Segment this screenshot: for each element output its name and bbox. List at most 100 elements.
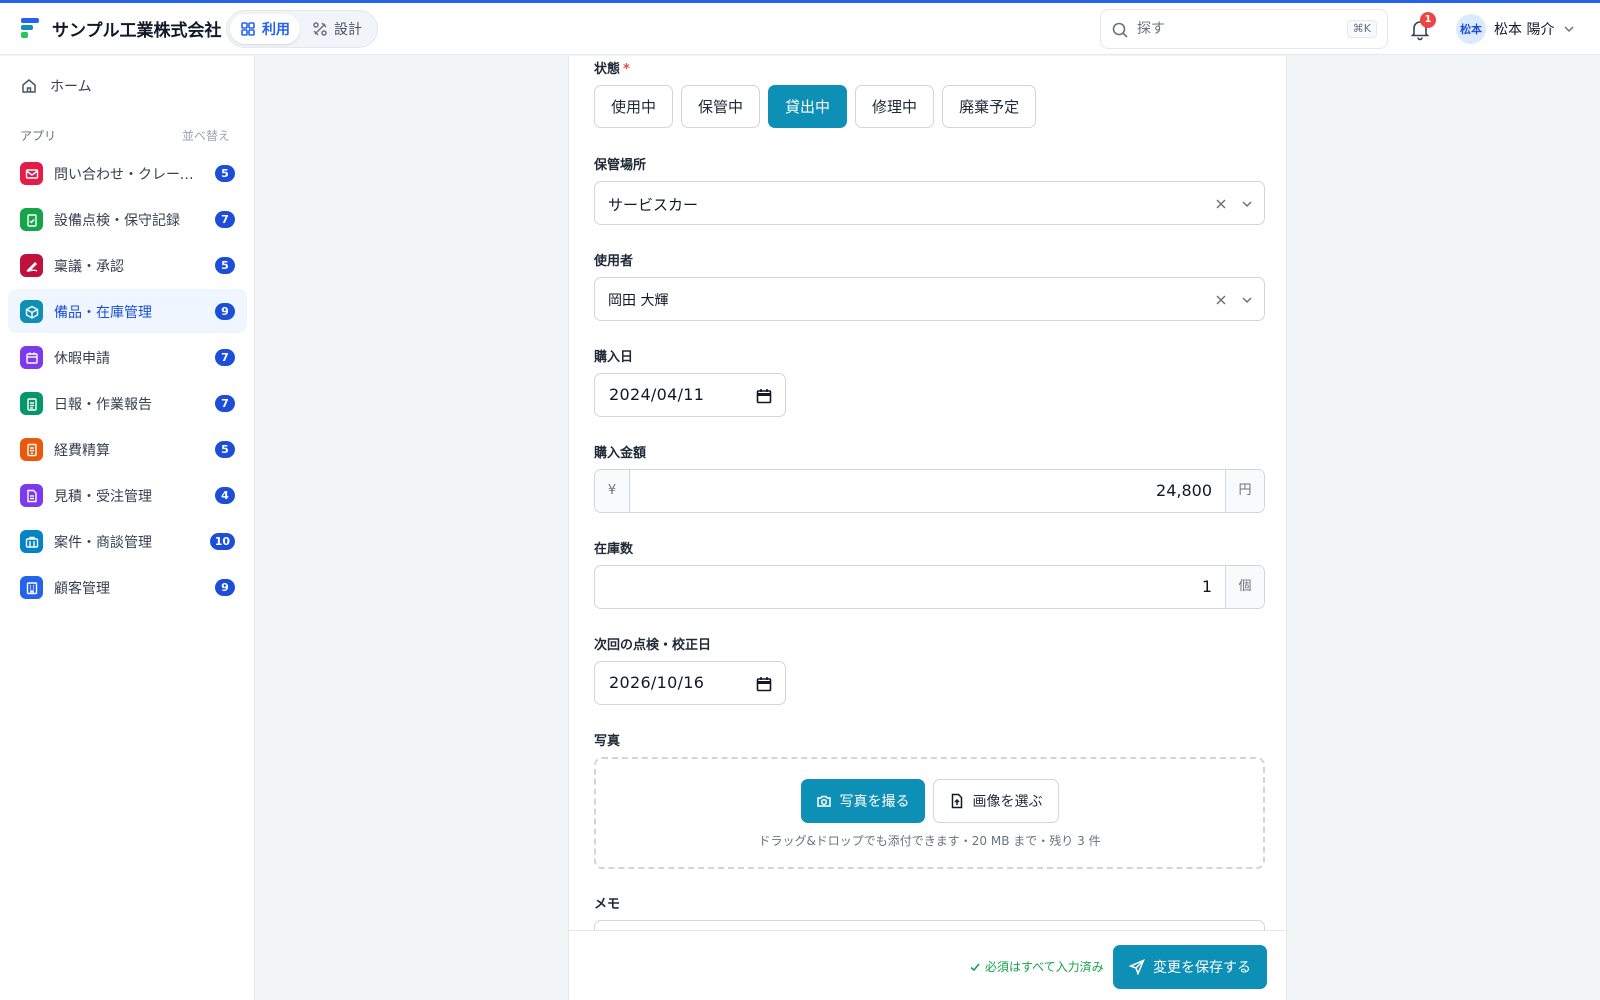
choose-image-button[interactable]: 画像を選ぶ bbox=[932, 779, 1059, 823]
tools-icon bbox=[313, 22, 327, 36]
count-badge: 4 bbox=[215, 487, 235, 504]
search-input[interactable] bbox=[1137, 18, 1327, 40]
location-select[interactable]: サービスカー bbox=[594, 181, 1265, 225]
search-icon bbox=[1112, 22, 1128, 38]
next-check-value: 2026/10/16 bbox=[609, 673, 705, 692]
search-box[interactable]: ⌘K bbox=[1100, 9, 1388, 49]
user-label: 使用者 bbox=[594, 254, 634, 269]
stock-label: 在庫数 bbox=[594, 542, 634, 557]
clear-icon[interactable] bbox=[1214, 293, 1228, 307]
count-badge: 7 bbox=[215, 211, 235, 228]
choose-image-label: 画像を選ぶ bbox=[972, 794, 1043, 810]
save-changes-label: 変更を保存する bbox=[1153, 960, 1251, 976]
mode-design-button[interactable]: 設計 bbox=[302, 14, 372, 44]
next-check-date-input[interactable]: 2026/10/16 bbox=[594, 661, 786, 705]
next-check-label: 次回の点検・校正日 bbox=[594, 638, 712, 653]
chevron-down-icon bbox=[1242, 201, 1252, 208]
document-icon bbox=[20, 484, 43, 507]
sidebar-item-label: 案件・商談管理 bbox=[54, 535, 152, 551]
status-options: 使用中 保管中 貸出中 修理中 廃棄予定 bbox=[594, 85, 1037, 128]
search-shortcut: ⌘K bbox=[1346, 20, 1377, 38]
purchase-date-label: 購入日 bbox=[594, 350, 634, 365]
status-option-stored[interactable]: 保管中 bbox=[681, 85, 761, 128]
count-badge: 9 bbox=[215, 303, 235, 320]
clipboard-check-icon bbox=[20, 208, 43, 231]
price-input[interactable]: ¥ 24,800 円 bbox=[594, 469, 1265, 513]
photo-buttons: 写真を撮る 画像を選ぶ bbox=[596, 779, 1263, 823]
mode-use-button[interactable]: 利用 bbox=[230, 14, 300, 44]
photo-dropzone[interactable]: 写真を撮る 画像を選ぶ ドラッグ&ドロップでも添付できます・20 MB まで・残… bbox=[594, 757, 1265, 869]
sidebar-item-label: 稟議・承認 bbox=[54, 259, 124, 275]
avatar: 松本 bbox=[1456, 14, 1486, 44]
sidebar-item-label: 備品・在庫管理 bbox=[54, 305, 152, 321]
sidebar-item-label: 設備点検・保守記録 bbox=[54, 213, 180, 229]
count-badge: 5 bbox=[215, 257, 235, 274]
location-label: 保管場所 bbox=[594, 158, 647, 173]
memo-label: メモ bbox=[594, 897, 621, 912]
take-photo-label: 写真を撮る bbox=[839, 794, 910, 810]
check-icon bbox=[970, 962, 980, 971]
building-icon bbox=[20, 576, 43, 599]
photo-label: 写真 bbox=[594, 734, 621, 749]
validation-status: 必須はすべて入力済み bbox=[969, 958, 1104, 975]
mode-switch: 利用 設計 bbox=[226, 10, 378, 48]
sidebar-item-deals[interactable]: 案件・商談管理 10 bbox=[8, 519, 247, 563]
sidebar-item-approval[interactable]: 稟議・承認 5 bbox=[8, 243, 247, 287]
top-bar: サンプル工業株式会社 利用 設計 ⌘K 1 松本 松本 陽介 bbox=[0, 3, 1600, 55]
currency-prefix: ¥ bbox=[595, 470, 630, 512]
user-menu[interactable]: 松本 松本 陽介 bbox=[1456, 14, 1576, 44]
sidebar-item-inspection[interactable]: 設備点検・保守記録 7 bbox=[8, 197, 247, 241]
status-option-in-use[interactable]: 使用中 bbox=[594, 85, 674, 128]
company-name: サンプル工業株式会社 bbox=[52, 21, 222, 41]
purchase-date-input[interactable]: 2024/04/11 bbox=[594, 373, 786, 417]
clear-icon[interactable] bbox=[1214, 197, 1228, 211]
mail-icon bbox=[20, 162, 43, 185]
location-value: サービスカー bbox=[608, 196, 699, 214]
user-value: 岡田 大輝 bbox=[608, 293, 669, 309]
sort-link[interactable]: 並べ替え bbox=[182, 127, 230, 144]
price-label: 購入金額 bbox=[594, 446, 647, 461]
sidebar-item-leave[interactable]: 休暇申請 7 bbox=[8, 335, 247, 379]
sidebar-item-customers[interactable]: 顧客管理 9 bbox=[8, 565, 247, 609]
stock-input[interactable]: 1 個 bbox=[594, 565, 1265, 609]
sidebar: ホーム アプリ 並べ替え 問い合わせ・クレーム管理 5 設備点検・保守記録 7 … bbox=[0, 56, 255, 1000]
purchase-date-value: 2024/04/11 bbox=[609, 385, 705, 404]
status-option-repair[interactable]: 修理中 bbox=[855, 85, 935, 128]
count-badge: 9 bbox=[215, 579, 235, 596]
sidebar-item-inquiries[interactable]: 問い合わせ・クレーム管理 5 bbox=[8, 151, 247, 195]
user-name: 松本 陽介 bbox=[1494, 22, 1555, 38]
box-icon bbox=[20, 300, 43, 323]
save-changes-button[interactable]: 変更を保存する bbox=[1113, 945, 1267, 989]
status-option-disposal[interactable]: 廃棄予定 bbox=[942, 85, 1037, 128]
company-logo-icon bbox=[21, 18, 39, 38]
notification-badge: 1 bbox=[1420, 12, 1436, 28]
receipt-icon bbox=[20, 438, 43, 461]
sidebar-item-label: 顧客管理 bbox=[54, 581, 110, 597]
status-label: 状態 * bbox=[594, 62, 630, 77]
calendar-icon[interactable] bbox=[755, 675, 773, 693]
take-photo-button[interactable]: 写真を撮る bbox=[800, 779, 925, 823]
sidebar-item-inventory[interactable]: 備品・在庫管理 9 bbox=[8, 289, 247, 333]
app-list: 問い合わせ・クレーム管理 5 設備点検・保守記録 7 稟議・承認 5 備品・在庫… bbox=[8, 151, 247, 611]
camera-icon bbox=[816, 795, 831, 807]
count-badge: 7 bbox=[215, 349, 235, 366]
unit-suffix: 個 bbox=[1225, 566, 1264, 608]
sidebar-item-daily-report[interactable]: 日報・作業報告 7 bbox=[8, 381, 247, 425]
status-option-lent[interactable]: 貸出中 bbox=[768, 85, 848, 128]
chevron-down-icon bbox=[1242, 297, 1252, 304]
sidebar-item-label: 問い合わせ・クレーム管理 bbox=[54, 167, 204, 183]
apps-section-label: アプリ bbox=[20, 129, 57, 143]
user-select[interactable]: 岡田 大輝 bbox=[594, 277, 1265, 321]
sidebar-home[interactable]: ホーム bbox=[20, 76, 92, 96]
chevron-down-icon bbox=[1564, 26, 1574, 33]
sidebar-item-label: 見積・受注管理 bbox=[54, 489, 152, 505]
sidebar-item-expenses[interactable]: 経費精算 5 bbox=[8, 427, 247, 471]
signature-icon bbox=[20, 254, 43, 277]
sidebar-item-label: 経費精算 bbox=[54, 443, 110, 459]
sidebar-item-label: 休暇申請 bbox=[54, 351, 110, 367]
calendar-icon[interactable] bbox=[755, 387, 773, 405]
calendar-icon bbox=[20, 346, 43, 369]
mode-design-label: 設計 bbox=[334, 22, 362, 38]
clipboard-list-icon bbox=[20, 392, 43, 415]
sidebar-item-quotes[interactable]: 見積・受注管理 4 bbox=[8, 473, 247, 517]
